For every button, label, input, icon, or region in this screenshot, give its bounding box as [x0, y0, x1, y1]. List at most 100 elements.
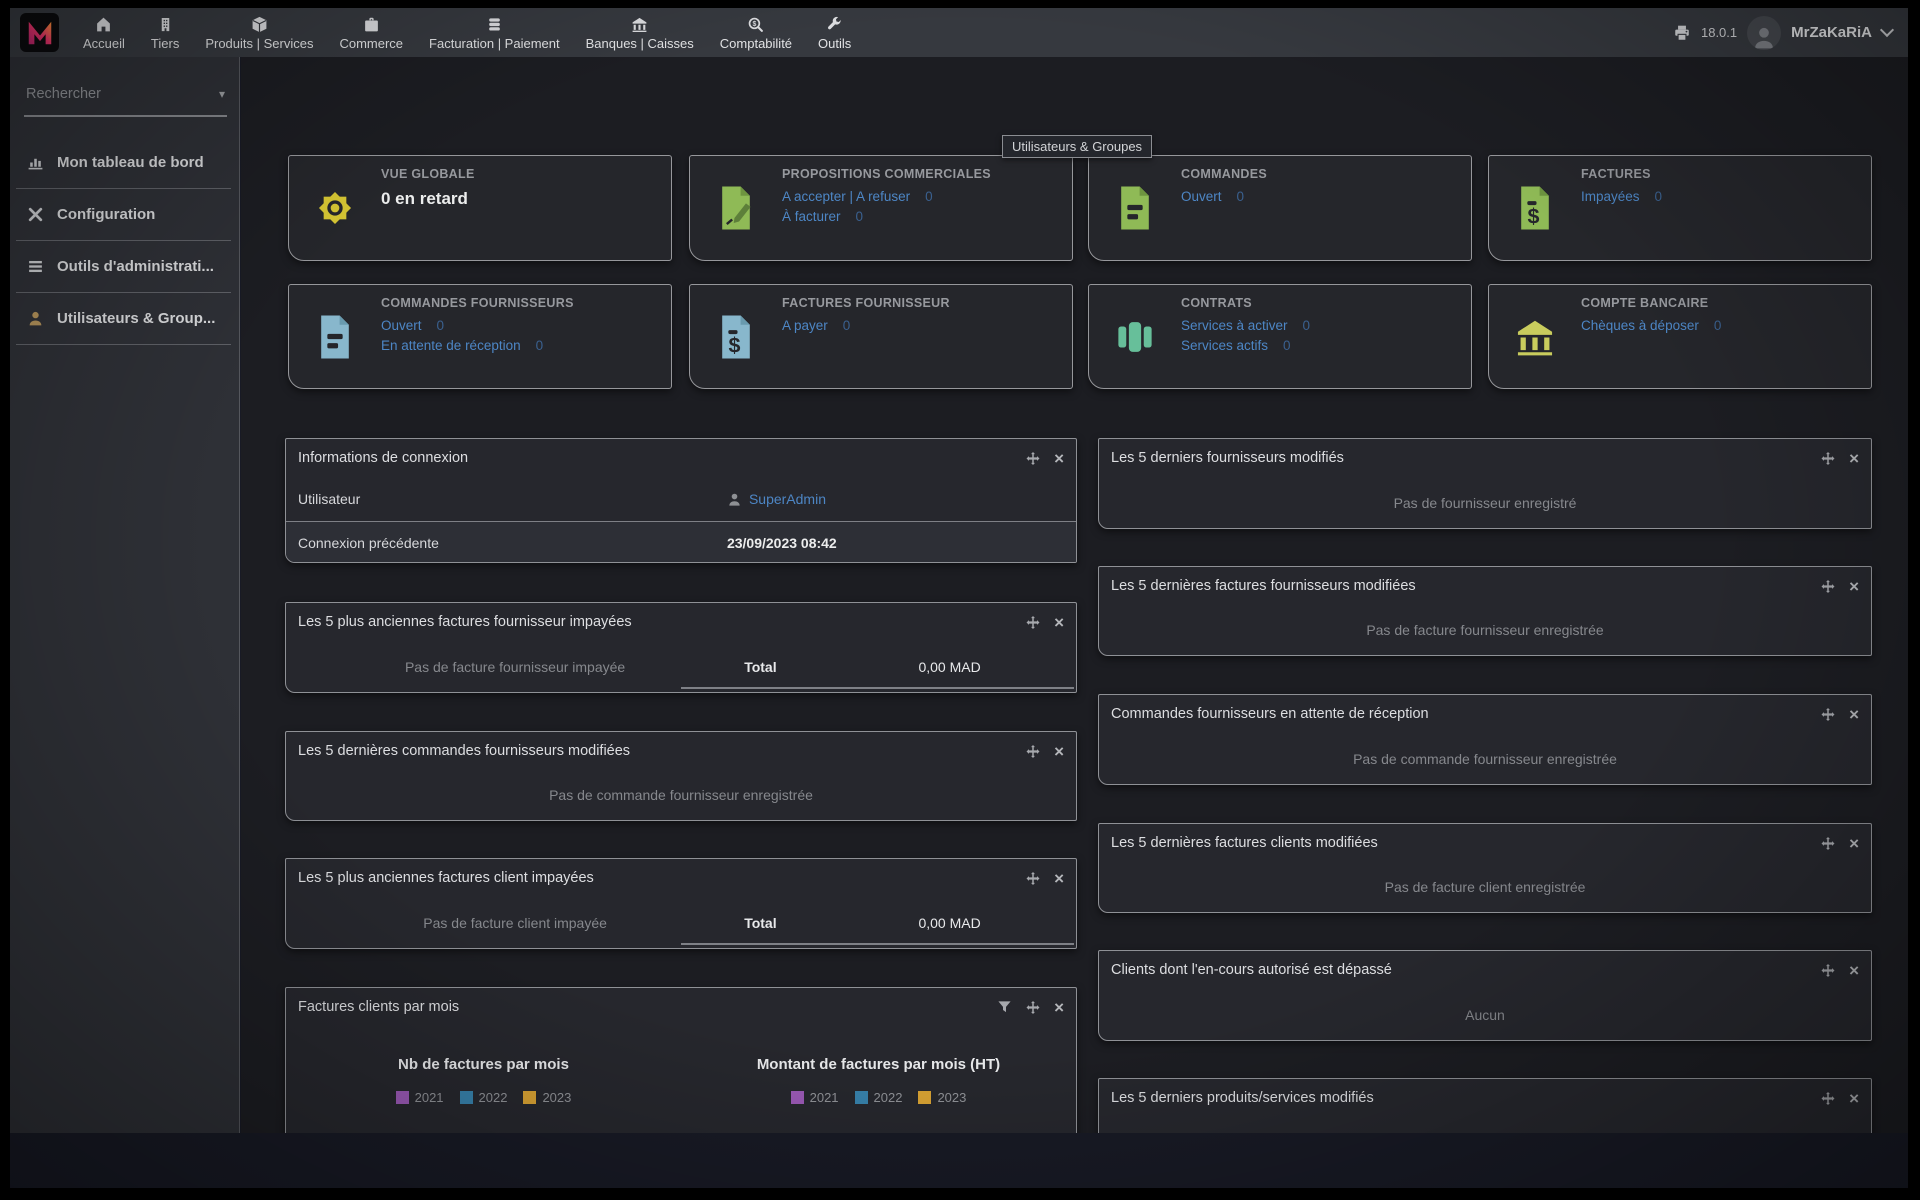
move-icon[interactable] — [1820, 836, 1836, 851]
topbar-right-group: 18.0.1 MrZaKaRiA — [1673, 8, 1892, 57]
move-icon[interactable] — [1820, 963, 1836, 978]
chart-title: Nb de factures par mois — [286, 1056, 681, 1073]
last-login-value: 23/09/2023 08:42 — [727, 535, 837, 551]
statbox-factures-fournisseur[interactable]: $ FACTURES FOURNISSEUR A payer0 — [689, 284, 1073, 389]
statbox-propositions-commerciales[interactable]: PROPOSITIONS COMMERCIALES A accepter | A… — [689, 155, 1073, 261]
close-icon[interactable]: × — [1849, 706, 1859, 723]
widget-factures-clients-par-mois: Factures clients par mois × Nb de factur… — [285, 987, 1077, 1133]
nav-tiers[interactable]: Tiers — [138, 8, 192, 57]
file-edit-icon — [690, 156, 782, 260]
widget-dernieres-factures-clients: Les 5 dernières factures clients modifié… — [1098, 823, 1872, 913]
statbox-title: CONTRATS — [1181, 296, 1310, 310]
count-badge: 0 — [1303, 318, 1311, 333]
superadmin-link[interactable]: SuperAdmin — [749, 491, 826, 507]
widget-title: Les 5 plus anciennes factures client imp… — [298, 870, 1025, 886]
nav-label: Commerce — [339, 36, 403, 51]
nav-banques-caisses[interactable]: Banques | Caisses — [573, 8, 707, 57]
close-icon[interactable]: × — [1054, 450, 1064, 467]
count-badge: 0 — [1714, 318, 1722, 333]
bank-icon — [631, 15, 648, 33]
chevron-down-icon[interactable] — [1880, 23, 1894, 37]
move-icon[interactable] — [1820, 707, 1836, 722]
suitcase-icon — [1089, 285, 1181, 388]
crossed-tools-icon — [26, 206, 44, 223]
link-services-a-activer[interactable]: Services à activer — [1181, 318, 1288, 333]
connexion-row-utilisateur: Utilisateur SuperAdmin — [286, 477, 1076, 521]
move-icon[interactable] — [1820, 1091, 1836, 1106]
statbox-commandes-fournisseurs[interactable]: COMMANDES FOURNISSEURS Ouvert0 En attent… — [288, 284, 672, 389]
statbox-vue-globale[interactable]: VUE GLOBALE 0 en retard — [288, 155, 672, 261]
sidebar-menu: Mon tableau de bord Configuration Outils… — [10, 137, 239, 345]
close-icon[interactable]: × — [1054, 870, 1064, 887]
nav-comptabilite[interactable]: $ Comptabilité — [707, 8, 805, 57]
widget-derniers-produits-services: Les 5 derniers produits/services modifié… — [1098, 1078, 1872, 1133]
sun-icon — [289, 156, 381, 260]
link-services-actifs[interactable]: Services actifs — [1181, 338, 1268, 353]
move-icon[interactable] — [1820, 579, 1836, 594]
close-icon[interactable]: × — [1054, 999, 1064, 1016]
count-badge: 0 — [925, 189, 933, 204]
close-icon[interactable]: × — [1054, 743, 1064, 760]
statbox-contrats[interactable]: CONTRATS Services à activer 0 Services ac… — [1088, 284, 1472, 389]
sidebar-item-configuration[interactable]: Configuration — [16, 189, 231, 241]
search-input[interactable] — [24, 85, 217, 103]
link-a-facturer[interactable]: À facturer — [782, 209, 841, 224]
statbox-factures[interactable]: $ FACTURES Impayées0 — [1488, 155, 1872, 261]
move-icon[interactable] — [1025, 744, 1041, 759]
statbox-title: FACTURES FOURNISSEUR — [782, 296, 950, 310]
legend-label: 2023 — [542, 1090, 571, 1105]
move-icon[interactable] — [1025, 871, 1041, 886]
user-silhouette-icon — [727, 492, 742, 507]
link-cf-attente-reception[interactable]: En attente de réception — [381, 338, 521, 353]
move-icon[interactable] — [1820, 451, 1836, 466]
empty-message: Pas de facture client impayée — [286, 915, 744, 931]
tooltip: Utilisateurs & Groupes — [1002, 135, 1152, 158]
widget-informations-connexion: Informations de connexion × Utilisateur … — [285, 438, 1077, 563]
nav-produits-services[interactable]: Produits | Services — [192, 8, 326, 57]
app-logo[interactable] — [20, 13, 59, 52]
statbox-compte-bancaire[interactable]: COMPTE BANCAIRE Chèques à déposer 0 — [1488, 284, 1872, 389]
sidebar-item-tableau-de-bord[interactable]: Mon tableau de bord — [16, 137, 231, 189]
close-icon[interactable]: × — [1054, 614, 1064, 631]
nav-facturation-paiement[interactable]: Facturation | Paiement — [416, 8, 573, 57]
filter-icon[interactable] — [997, 1000, 1012, 1014]
link-commandes-ouvert[interactable]: Ouvert — [1181, 189, 1222, 204]
nav-outils[interactable]: Outils — [805, 8, 864, 57]
link-factures-impayees[interactable]: Impayées — [1581, 189, 1640, 204]
sidebar-item-outils-administration[interactable]: Outils d'administrati... — [16, 241, 231, 293]
close-icon[interactable]: × — [1849, 962, 1859, 979]
chart-legend: 2021 2022 2023 — [681, 1090, 1076, 1105]
avatar[interactable] — [1747, 16, 1781, 50]
move-icon[interactable] — [1025, 1000, 1041, 1015]
statbox-commandes[interactable]: COMMANDES Ouvert0 — [1088, 155, 1472, 261]
move-icon[interactable] — [1025, 615, 1041, 630]
nav-commerce[interactable]: Commerce — [326, 8, 416, 57]
user-menu[interactable]: MrZaKaRiA — [1791, 24, 1872, 41]
close-icon[interactable]: × — [1849, 450, 1859, 467]
search-dropdown-caret-icon[interactable]: ▾ — [217, 87, 227, 101]
move-icon[interactable] — [1025, 451, 1041, 466]
chart-legend: 2021 2022 2023 — [286, 1090, 681, 1105]
legend-label: 2021 — [415, 1090, 444, 1105]
statbox-title: COMPTE BANCAIRE — [1581, 296, 1721, 310]
link-cf-ouvert[interactable]: Ouvert — [381, 318, 422, 333]
version-label: 18.0.1 — [1701, 25, 1737, 40]
link-cheques-a-deposer[interactable]: Chèques à déposer — [1581, 318, 1699, 333]
search-dollar-icon: $ — [747, 15, 764, 33]
legend-label: 2021 — [810, 1090, 839, 1105]
close-icon[interactable]: × — [1849, 1090, 1859, 1107]
legend-swatch-2021 — [396, 1091, 409, 1104]
widget-title: Les 5 derniers produits/services modifié… — [1111, 1090, 1820, 1106]
close-icon[interactable]: × — [1849, 835, 1859, 852]
file-lines-icon — [289, 285, 381, 388]
link-ff-a-payer[interactable]: A payer — [782, 318, 828, 333]
link-a-accepter-a-refuser[interactable]: A accepter | A refuser — [782, 189, 910, 204]
legend-label: 2023 — [937, 1090, 966, 1105]
close-icon[interactable]: × — [1849, 578, 1859, 595]
sidebar-item-utilisateurs-groupes[interactable]: Utilisateurs & Group... — [16, 293, 231, 345]
row-label: Utilisateur — [298, 491, 727, 507]
printer-icon[interactable] — [1673, 24, 1691, 42]
nav-accueil[interactable]: Accueil — [70, 8, 138, 57]
svg-text:$: $ — [1527, 204, 1539, 228]
legend-swatch-2022 — [460, 1091, 473, 1104]
